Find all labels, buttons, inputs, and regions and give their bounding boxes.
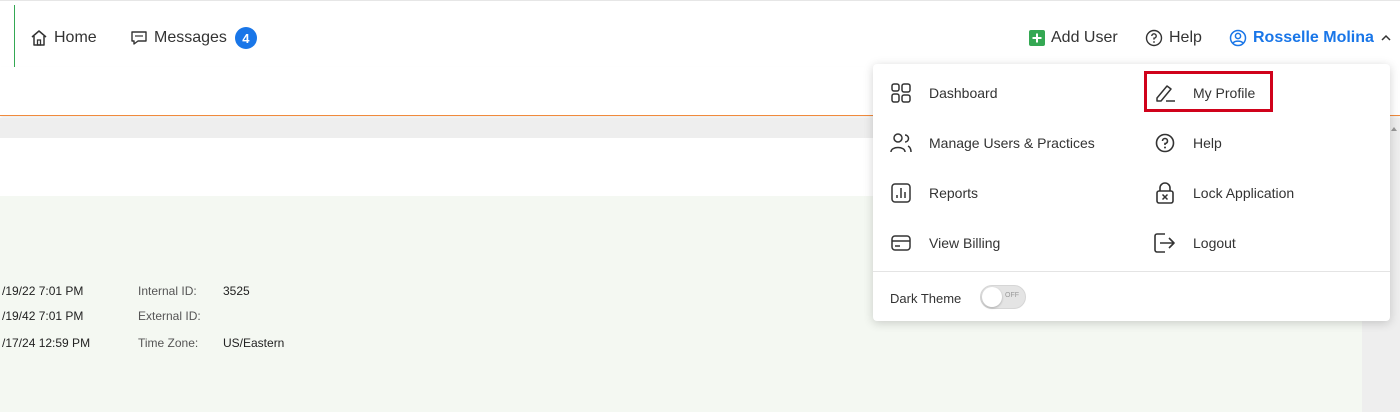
menu-label-logout: Logout [1193,235,1236,251]
lock-icon [1156,182,1174,204]
scroll-up-arrow-icon[interactable] [1390,124,1398,134]
top-navigation-bar: Home Messages 4 Add User Help Rosselle M… [0,0,1400,68]
menu-item-logout[interactable]: Logout [1153,228,1236,258]
user-circle-icon [1229,29,1247,47]
menu-label-reports: Reports [929,185,979,201]
home-label: Home [54,29,97,46]
home-link[interactable]: Home [30,25,97,51]
help-circle-icon [1145,29,1163,47]
external-id-label: External ID: [138,309,201,323]
messages-link[interactable]: Messages 4 [130,25,257,51]
messages-count-badge: 4 [234,27,257,49]
menu-item-help[interactable]: Help [1153,128,1222,158]
menu-label-dashboard: Dashboard [929,85,998,101]
menu-label-lock-application: Lock Application [1193,185,1295,201]
internal-id-value: 3525 [223,284,250,298]
menu-label-manage-users: Manage Users & Practices [929,135,1095,151]
help-link[interactable]: Help [1145,25,1202,51]
detail-date-3: /17/24 12:59 PM [2,336,91,350]
user-name: Rosselle Molina [1253,29,1374,46]
add-user-label: Add User [1051,29,1118,46]
dashboard-icon [891,83,911,103]
messages-label: Messages [154,29,227,46]
user-dropdown-menu: Dashboard Manage Users & Practices Repor… [873,64,1390,321]
plus-square-icon [1029,30,1045,46]
menu-item-dashboard[interactable]: Dashboard [889,78,998,108]
detail-date-1: /19/22 7:01 PM [2,284,84,298]
menu-item-view-billing[interactable]: View Billing [889,228,1000,258]
dark-theme-row: Dark Theme [890,283,961,313]
logout-icon [1154,233,1175,253]
dark-theme-toggle[interactable]: OFF [980,285,1026,309]
users-icon [890,133,912,153]
internal-id-label: Internal ID: [138,284,197,298]
menu-divider [873,271,1390,272]
menu-item-reports[interactable]: Reports [889,178,978,208]
add-user-button[interactable]: Add User [1029,25,1118,51]
dark-theme-label: Dark Theme [890,290,962,306]
toggle-knob [982,287,1002,307]
reports-chart-icon [891,183,911,203]
time-zone-label: Time Zone: [138,336,199,350]
time-zone-value: US/Eastern [223,336,285,350]
help-label: Help [1169,29,1202,46]
toggle-state-label: OFF [1005,292,1019,299]
help-circle-icon [1155,133,1175,153]
home-icon [31,30,47,46]
menu-label-view-billing: View Billing [929,235,1001,251]
menu-label-help: Help [1193,135,1222,151]
menu-item-lock-application[interactable]: Lock Application [1153,178,1294,208]
my-profile-highlight-box [1144,71,1273,112]
chevron-up-icon [1381,34,1391,41]
detail-date-2: /19/42 7:01 PM [2,309,84,323]
user-menu-toggle[interactable]: Rosselle Molina [1229,25,1398,51]
nav-left-accent [14,5,15,67]
credit-card-icon [891,235,911,251]
chat-icon [131,31,147,45]
menu-item-manage-users[interactable]: Manage Users & Practices [889,128,1095,158]
